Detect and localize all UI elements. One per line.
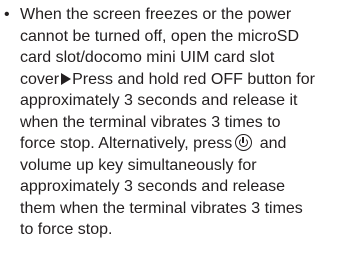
note-text: volume up key simultaneously for bbox=[20, 156, 257, 174]
force-stop-note: • When the screen freezes or the power c… bbox=[0, 4, 353, 241]
note-text: When the screen freezes or the power bbox=[20, 6, 292, 23]
note-text: cover bbox=[20, 70, 60, 88]
note-text: and bbox=[255, 135, 287, 152]
note-line-6: when the terminal vibrates 3 times to bbox=[0, 112, 353, 134]
note-line-5: approximately 3 seconds and release it bbox=[0, 90, 353, 112]
right-triangle-icon bbox=[61, 72, 72, 85]
note-line-2: cannot be turned off, open the microSD bbox=[0, 26, 353, 48]
note-text: card slot/docomo mini UIM card slot bbox=[20, 49, 275, 66]
note-line-3: card slot/docomo mini UIM card slot bbox=[0, 47, 353, 69]
note-text: approximately 3 seconds and release bbox=[20, 178, 286, 195]
note-line-4: cover Press and hold red OFF button for bbox=[0, 69, 353, 91]
note-text: them when the terminal vibrates 3 times bbox=[20, 199, 303, 217]
note-line-11: to force stop. bbox=[0, 219, 353, 241]
note-text: to force stop. bbox=[20, 221, 113, 238]
note-text: cannot be turned off, open the microSD bbox=[20, 27, 299, 45]
note-line-10: them when the terminal vibrates 3 times bbox=[0, 198, 353, 220]
note-line-9: approximately 3 seconds and release bbox=[0, 176, 353, 198]
note-text: when the terminal vibrates 3 times to bbox=[20, 113, 281, 131]
note-text: approximately 3 seconds and release it bbox=[20, 92, 298, 109]
note-line-7: force stop. Alternatively, press and bbox=[0, 133, 353, 155]
note-line-8: volume up key simultaneously for bbox=[0, 155, 353, 177]
power-key-icon bbox=[235, 134, 253, 151]
note-text: force stop. Alternatively, press bbox=[20, 135, 233, 152]
note-text: Press and hold red OFF button for bbox=[72, 70, 315, 88]
note-line-1: When the screen freezes or the power bbox=[0, 4, 353, 26]
